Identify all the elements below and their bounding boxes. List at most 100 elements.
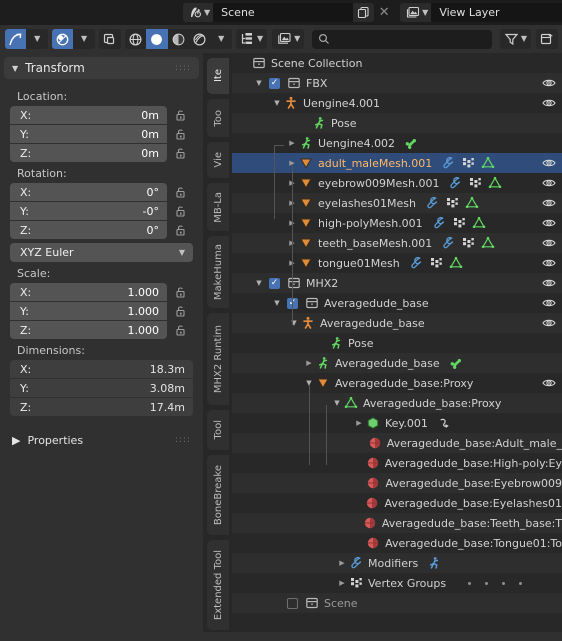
visibility-eye-icon[interactable] (542, 237, 556, 252)
transform-orientation-group[interactable]: ▼ (5, 29, 48, 49)
mesh-tri-icon[interactable] (488, 176, 502, 190)
row-checkbox[interactable] (287, 597, 298, 609)
outliner-tree[interactable]: Scene Collection ▼ ✓ FBX ▼ Uengine4.001 Pose ▶ U… (232, 53, 562, 641)
scale-z-row[interactable]: Z: 1.000 (10, 321, 193, 339)
outliner-row[interactable]: ▶eyelashes01Mesh (232, 193, 562, 213)
outliner-row[interactable]: Averagedude_base:Eyelashes01 (232, 493, 562, 513)
scale-y-row[interactable]: Y: 1.000 (10, 302, 193, 320)
expander-triangle-down-icon[interactable]: ▼ (272, 299, 282, 307)
dimensions-x-row[interactable]: X: 18.3m (10, 360, 193, 378)
expander-triangle-right-icon[interactable]: ▶ (354, 419, 364, 427)
visibility-eye-icon[interactable] (542, 277, 556, 292)
sidebar-tab-mhx2-runtim[interactable]: MHX2 Runtim (207, 313, 229, 405)
expander-triangle-right-icon[interactable]: ▶ (337, 559, 347, 567)
rotation-z-row[interactable]: Z: 0° (10, 221, 193, 239)
scene-copy-button[interactable] (353, 3, 375, 22)
mesh-tri-icon[interactable] (472, 216, 486, 230)
outliner-new-collection-button[interactable] (536, 29, 558, 49)
scene-name-field[interactable]: Scene (213, 3, 354, 22)
outliner-row[interactable]: Scene Collection (232, 53, 562, 73)
location-y-lock-button[interactable] (167, 127, 193, 141)
expander-triangle-right-icon[interactable]: ▶ (287, 139, 297, 147)
visibility-eye-icon[interactable] (542, 257, 556, 272)
modifier-icon[interactable] (441, 236, 455, 250)
rotation-x-field[interactable]: X: 0° (10, 183, 167, 201)
vertex-group-icon[interactable] (445, 196, 459, 210)
scale-z-lock-button[interactable] (167, 323, 193, 337)
outliner-row[interactable]: ▶ Uengine4.002 (232, 133, 562, 153)
outliner-row[interactable]: Pose (232, 333, 562, 353)
snapping-group[interactable]: ▼ (51, 29, 95, 49)
outliner-row[interactable]: ▶ Modifiers (232, 553, 562, 573)
scale-x-row[interactable]: X: 1.000 (10, 283, 193, 301)
mesh-tri-icon[interactable] (465, 196, 479, 210)
scale-x-lock-button[interactable] (167, 285, 193, 299)
rotation-x-row[interactable]: X: 0° (10, 183, 193, 201)
outliner-row[interactable]: Scene (232, 593, 562, 613)
shading-mode-group[interactable]: ▼ (124, 29, 232, 49)
outliner-row[interactable]: Pose (232, 113, 562, 133)
mesh-tri-icon[interactable] (449, 256, 463, 270)
outliner-row[interactable]: ▶ adult_maleMesh.001 (232, 153, 562, 173)
outliner-row[interactable]: ▶ Vertex Groups (232, 573, 562, 593)
animation-icon[interactable] (437, 416, 451, 430)
expander-triangle-down-icon[interactable]: ▼ (289, 319, 299, 327)
sidebar-tab-ite[interactable]: Ite (207, 58, 229, 94)
location-y-row[interactable]: Y: 0m (10, 125, 193, 143)
row-extra-icons[interactable] (448, 176, 502, 190)
properties-panel-header[interactable]: ▶ Properties :::: (4, 429, 199, 451)
outliner-row[interactable]: ▼ ✓ MHX2 (232, 273, 562, 293)
dimensions-z-row[interactable]: Z: 17.4m (10, 398, 193, 416)
outliner-row[interactable]: ▶teeth_baseMesh.001 (232, 233, 562, 253)
outliner-row[interactable]: Averagedude_base:High-poly:Ey (232, 453, 562, 473)
outliner-row[interactable]: Averagedude_base:Tongue01:To (232, 533, 562, 553)
vertex-group-icon[interactable] (461, 236, 475, 250)
row-extra-icons[interactable] (437, 416, 451, 430)
sidebar-tab-tool[interactable]: Tool (207, 410, 229, 450)
modifier-icon[interactable] (409, 256, 423, 270)
scene-selector[interactable]: ▼ Scene ✕ (183, 3, 394, 22)
shading-dropdown[interactable]: ▼ (210, 29, 232, 49)
shading-material-icon[interactable] (167, 29, 190, 49)
outliner-row[interactable]: ▶tongue01Mesh (232, 253, 562, 273)
mesh-tri-icon[interactable] (481, 236, 495, 250)
snap-magnet-icon[interactable] (51, 29, 74, 49)
row-extra-icons[interactable] (404, 136, 418, 150)
outliner-row[interactable]: Averagedude_base:Teeth_base:T (232, 513, 562, 533)
visibility-eye-icon[interactable] (542, 317, 556, 332)
sidebar-tab-extended-tool[interactable]: Extended Tool (207, 540, 229, 630)
location-x-row[interactable]: X: 0m (10, 106, 193, 124)
bone-icon[interactable] (404, 136, 418, 150)
sidebar-tab-makehuma[interactable]: MakeHuma (207, 236, 229, 308)
vertex-group-icon[interactable] (452, 216, 466, 230)
row-extra-icons[interactable] (432, 216, 486, 230)
outliner-row[interactable]: ▶high-polyMesh.001 (232, 213, 562, 233)
scale-y-field[interactable]: Y: 1.000 (10, 302, 167, 320)
scale-z-field[interactable]: Z: 1.000 (10, 321, 167, 339)
row-checkbox[interactable]: ✓ (269, 77, 280, 89)
location-z-row[interactable]: Z: 0m (10, 144, 193, 162)
outliner-row[interactable]: Averagedude_base:Adult_male_ (232, 433, 562, 453)
expander-triangle-down-icon[interactable]: ▼ (254, 279, 264, 287)
viewlayer-selector[interactable]: ▼ View Layer ✕ (400, 3, 562, 22)
outliner-row[interactable]: ▼ Averagedude_base:Proxy (232, 373, 562, 393)
outliner-row[interactable]: ▶eyebrow009Mesh.001 (232, 173, 562, 193)
visibility-eye-icon[interactable] (542, 97, 556, 112)
dimensions-z-field[interactable]: Z: 17.4m (10, 398, 193, 416)
vertex-group-icon[interactable] (429, 256, 443, 270)
dimensions-x-field[interactable]: X: 18.3m (10, 360, 193, 378)
outliner-search-box[interactable] (312, 29, 492, 49)
sidebar-tab-too[interactable]: Too (207, 99, 229, 137)
scene-unlink-button[interactable]: ✕ (374, 3, 394, 22)
vertex-group-icon[interactable] (461, 156, 475, 170)
outliner-row[interactable]: ▼ ✓ FBX (232, 73, 562, 93)
outliner-row[interactable]: Averagedude_base:Eyebrow009 (232, 473, 562, 493)
dimensions-y-field[interactable]: Y: 3.08m (10, 379, 193, 397)
scene-icon-button[interactable]: ▼ (183, 3, 214, 22)
vertex-group-icon[interactable] (468, 176, 482, 190)
rotation-y-lock-button[interactable] (167, 204, 193, 218)
outliner-display-mode-button[interactable]: ▼ (236, 29, 268, 49)
expander-triangle-right-icon[interactable]: ▶ (337, 579, 347, 587)
transform-panel-header[interactable]: ▼ Transform :::: (4, 57, 199, 79)
rotation-y-row[interactable]: Y: -0° (10, 202, 193, 220)
